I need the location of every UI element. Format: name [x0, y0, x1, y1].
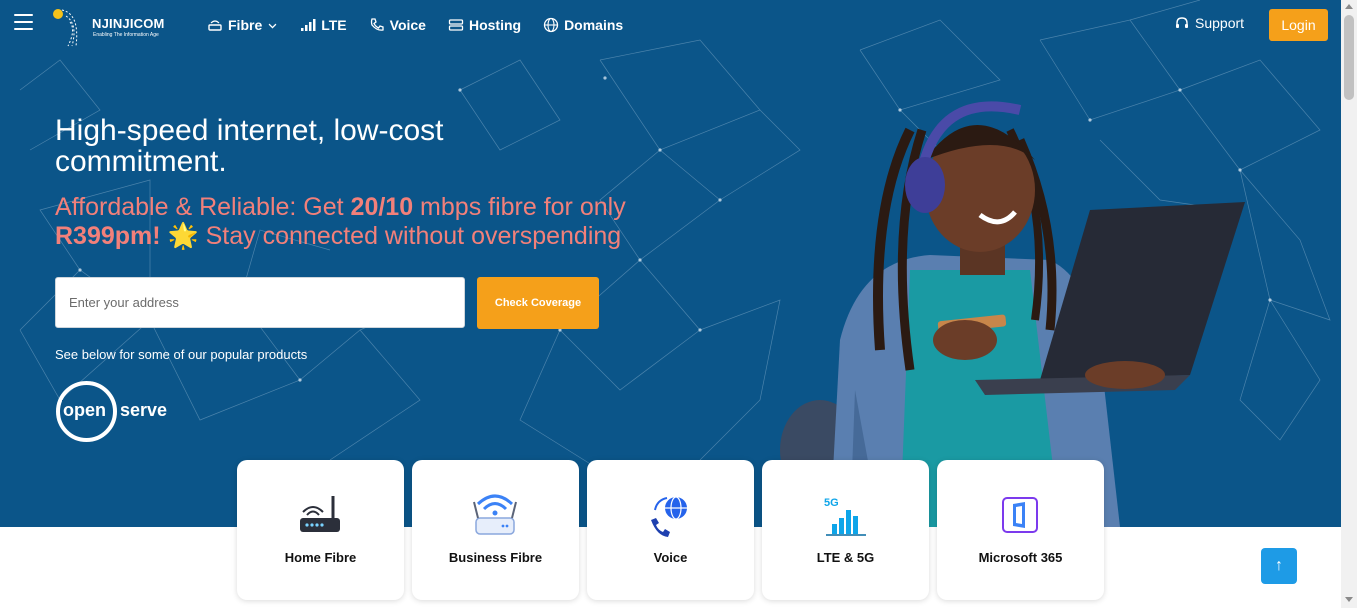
subline-mid: mbps fibre for only [413, 193, 626, 221]
hamburger-menu-icon[interactable] [14, 14, 34, 34]
nav-fibre-label: Fibre [228, 17, 263, 33]
5g-signal-icon: 5G [824, 497, 866, 536]
main-nav: Fibre LTE Voice Hosting Domains [207, 15, 623, 35]
brand-logo[interactable]: NJINJICOM Enabling The Information Age [50, 6, 180, 47]
subline-price: R399pm! [55, 222, 161, 250]
product-label: Voice [653, 550, 688, 565]
product-card-business-fibre[interactable]: Business Fibre [412, 460, 579, 600]
scroll-down-arrow-icon[interactable] [1345, 597, 1353, 602]
scroll-thumb[interactable] [1344, 15, 1354, 100]
address-input[interactable] [55, 277, 465, 328]
product-card-lte-5g[interactable]: 5G LTE & 5G [762, 460, 929, 600]
nav-domains[interactable]: Domains [543, 15, 623, 35]
scroll-to-top-button[interactable]: ↑ [1261, 548, 1297, 584]
business-router-icon [473, 494, 517, 535]
headset-icon [1176, 17, 1188, 28]
openserve-open-text: open [62, 400, 107, 421]
nav-domains-label: Domains [564, 17, 624, 33]
check-coverage-button[interactable]: Check Coverage [477, 277, 599, 329]
brand-name: NJINJICOM [92, 16, 165, 31]
nav-lte-label: LTE [321, 17, 347, 33]
product-card-home-fibre[interactable]: Home Fibre [237, 460, 404, 600]
nav-hosting[interactable]: Hosting [448, 15, 521, 35]
product-label: Business Fibre [448, 550, 543, 565]
product-card-microsoft-365[interactable]: Microsoft 365 [937, 460, 1104, 600]
signal-bars-icon [301, 19, 316, 31]
support-label: Support [1195, 15, 1245, 31]
chevron-down-icon [268, 23, 277, 28]
nav-fibre[interactable]: Fibre [207, 15, 278, 35]
product-card-voice[interactable]: Voice [587, 460, 754, 600]
product-cards: Home Fibre Business Fibre Voice 5G LTE &… [237, 460, 1104, 600]
svg-text:5G: 5G [824, 497, 839, 509]
home-router-icon [300, 496, 340, 532]
njinjicom-logo-mark-icon [53, 9, 78, 47]
nav-voice-label: Voice [389, 17, 426, 33]
site-header: NJINJICOM Enabling The Information Age F… [0, 0, 1341, 50]
support-link[interactable]: Support [1175, 15, 1244, 31]
hero-section [0, 0, 1341, 527]
hero-headline: High-speed internet, low-cost commitment… [55, 114, 444, 178]
nav-voice[interactable]: Voice [369, 15, 426, 35]
phone-icon [370, 18, 384, 31]
nav-lte[interactable]: LTE [300, 15, 347, 35]
popular-products-note: See below for some of our popular produc… [55, 347, 308, 362]
scroll-up-arrow-icon[interactable] [1345, 4, 1353, 9]
login-button[interactable]: Login [1269, 9, 1328, 41]
openserve-serve-text: serve [120, 400, 168, 420]
product-label: Home Fibre [284, 550, 357, 565]
openserve-logo: open serve [56, 381, 186, 443]
brand-tagline: Enabling The Information Age [93, 32, 159, 38]
server-icon [448, 19, 464, 31]
voip-phone-icon [651, 496, 687, 537]
subline-pre: Affordable & Reliable: Get [55, 193, 351, 221]
nav-hosting-label: Hosting [468, 17, 522, 33]
hero-subheadline: Affordable & Reliable: Get 20/10 mbps fi… [55, 193, 715, 251]
star-emoji-icon: 🌟 [167, 222, 199, 250]
office-icon [1002, 497, 1038, 533]
product-label: Microsoft 365 [978, 550, 1063, 565]
subline-post: Stay connected without overspending [198, 222, 622, 250]
globe-icon [543, 17, 559, 33]
subline-speed: 20/10 [350, 193, 414, 221]
product-label: LTE & 5G [816, 550, 875, 565]
router-icon [208, 20, 222, 31]
page-scrollbar[interactable] [1341, 0, 1357, 608]
